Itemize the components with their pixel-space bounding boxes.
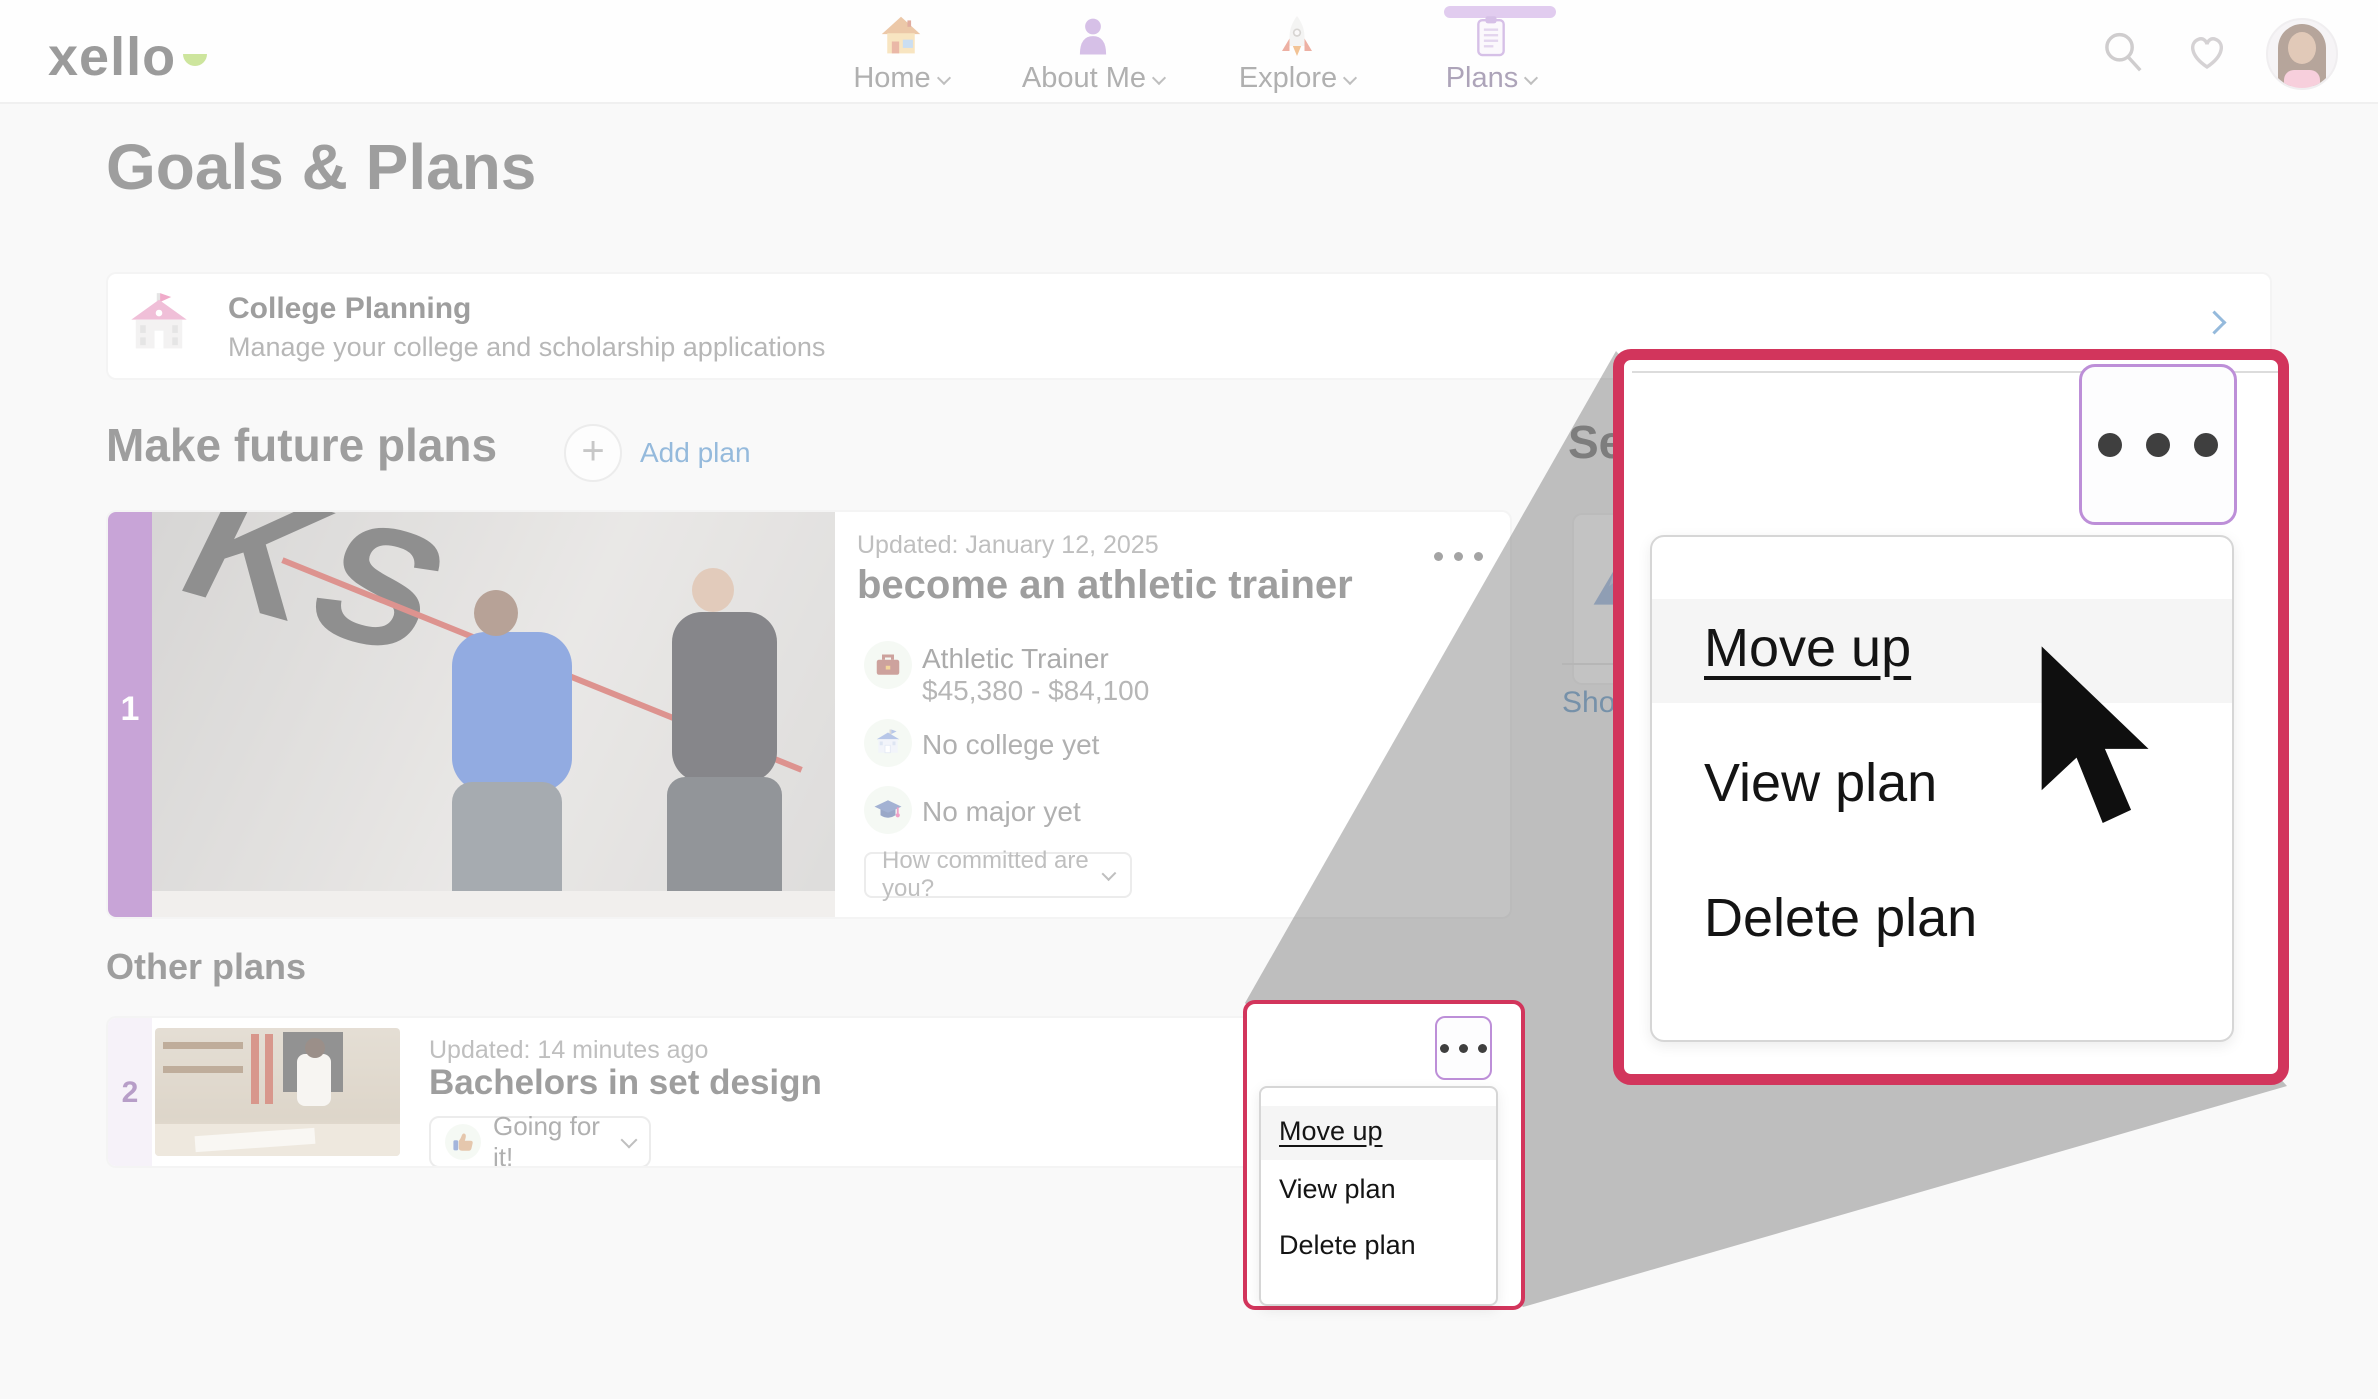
nav-item-plans[interactable]: Plans (1401, 14, 1581, 95)
chevron-down-icon (1524, 71, 1538, 85)
xello-logo[interactable]: xello (48, 26, 176, 88)
plan-rank-strip: 2 (108, 1018, 152, 1166)
career-salary: $45,380 - $84,100 (922, 675, 1149, 707)
clipboard-icon (1401, 14, 1581, 58)
menu-annotation-zoomed: Move up View plan Delete plan (1613, 349, 2289, 1085)
plan-title: Bachelors in set design (429, 1063, 822, 1103)
committed-dropdown-label: How committed are you? (882, 847, 1104, 903)
plan-photo-gym: KS (152, 512, 835, 917)
briefcase-icon (864, 641, 912, 689)
chevron-right-icon[interactable] (2202, 310, 2226, 334)
nav-label-explore: Explore (1239, 62, 1337, 94)
plan-title: become an athletic trainer (857, 563, 1353, 608)
plan-updated: Updated: January 12, 2025 (857, 531, 1159, 560)
college-status: No college yet (922, 729, 1099, 761)
career-name: Athletic Trainer (922, 643, 1109, 675)
favorites-heart-icon[interactable] (2184, 29, 2230, 80)
xello-logo-text: xello (48, 27, 176, 87)
avatar[interactable] (2266, 18, 2338, 90)
menu-item-view-plan-zoomed[interactable]: View plan (1704, 752, 1937, 814)
menu-item-move-up-zoomed[interactable]: Move up (1704, 617, 1911, 679)
add-plan-button[interactable]: Add plan (564, 424, 751, 482)
goals-and-plans-page: xello Home About Me Explore Plans (0, 0, 2378, 1399)
chevron-down-icon (937, 71, 951, 85)
rocket-icon (1207, 14, 1387, 58)
nav-item-home[interactable]: Home (811, 14, 991, 95)
school-building-icon (128, 288, 190, 363)
nav-item-about-me[interactable]: About Me (1003, 14, 1183, 95)
plan-context-menu: Move up View plan Delete plan (1259, 1086, 1498, 1306)
commitment-label: Going for it! (493, 1111, 611, 1168)
menu-item-delete-plan[interactable]: Delete plan (1279, 1230, 1416, 1261)
plan-rank: 2 (108, 1076, 152, 1110)
person-icon (1003, 14, 1183, 58)
nav-label-plans: Plans (1446, 62, 1519, 94)
chevron-down-icon (621, 1131, 638, 1148)
plan-rank: 1 (108, 690, 152, 729)
college-planning-title: College Planning (228, 292, 471, 326)
ellipsis-icon (2098, 433, 2218, 457)
page-title: Goals & Plans (106, 130, 536, 204)
grad-cap-icon (864, 786, 912, 834)
plan2-more-options-button[interactable] (1435, 1016, 1492, 1080)
college-building-icon (864, 719, 912, 767)
plan-rank-strip: 1 (108, 512, 152, 917)
college-planning-subtitle: Manage your college and scholarship appl… (228, 332, 825, 363)
plan-photo-workshop (155, 1028, 400, 1156)
major-status: No major yet (922, 796, 1081, 828)
future-plans-heading: Make future plans (106, 418, 497, 472)
menu-item-move-up[interactable]: Move up (1279, 1116, 1383, 1147)
ellipsis-icon (1440, 1044, 1487, 1053)
add-plan-label: Add plan (640, 437, 751, 469)
commitment-dropdown[interactable]: Going for it! (429, 1116, 651, 1168)
more-options-button-zoomed[interactable] (2079, 364, 2237, 525)
plan1-more-options-button[interactable] (1434, 552, 1483, 561)
nav-label-about-me: About Me (1022, 62, 1146, 94)
plan-card-1[interactable]: 1 KS Updated: January 12, 2025 become an… (106, 510, 1512, 919)
thumbs-up-icon (445, 1124, 481, 1160)
committed-dropdown[interactable]: How committed are you? (864, 852, 1132, 898)
chevron-down-icon (1343, 71, 1357, 85)
nav-item-explore[interactable]: Explore (1207, 14, 1387, 95)
nav-label-home: Home (853, 62, 930, 94)
plus-icon (564, 424, 622, 482)
other-plans-heading: Other plans (106, 946, 306, 988)
menu-item-delete-plan-zoomed[interactable]: Delete plan (1704, 887, 1977, 949)
top-navigation-bar: xello Home About Me Explore Plans (0, 0, 2378, 104)
menu-annotation-small: Move up View plan Delete plan (1243, 1000, 1525, 1310)
home-icon (811, 14, 991, 58)
chevron-down-icon (1152, 71, 1166, 85)
plan-updated: Updated: 14 minutes ago (429, 1036, 708, 1065)
cursor-arrow (2024, 642, 2164, 847)
menu-item-view-plan[interactable]: View plan (1279, 1174, 1396, 1205)
search-icon[interactable] (2100, 30, 2146, 81)
